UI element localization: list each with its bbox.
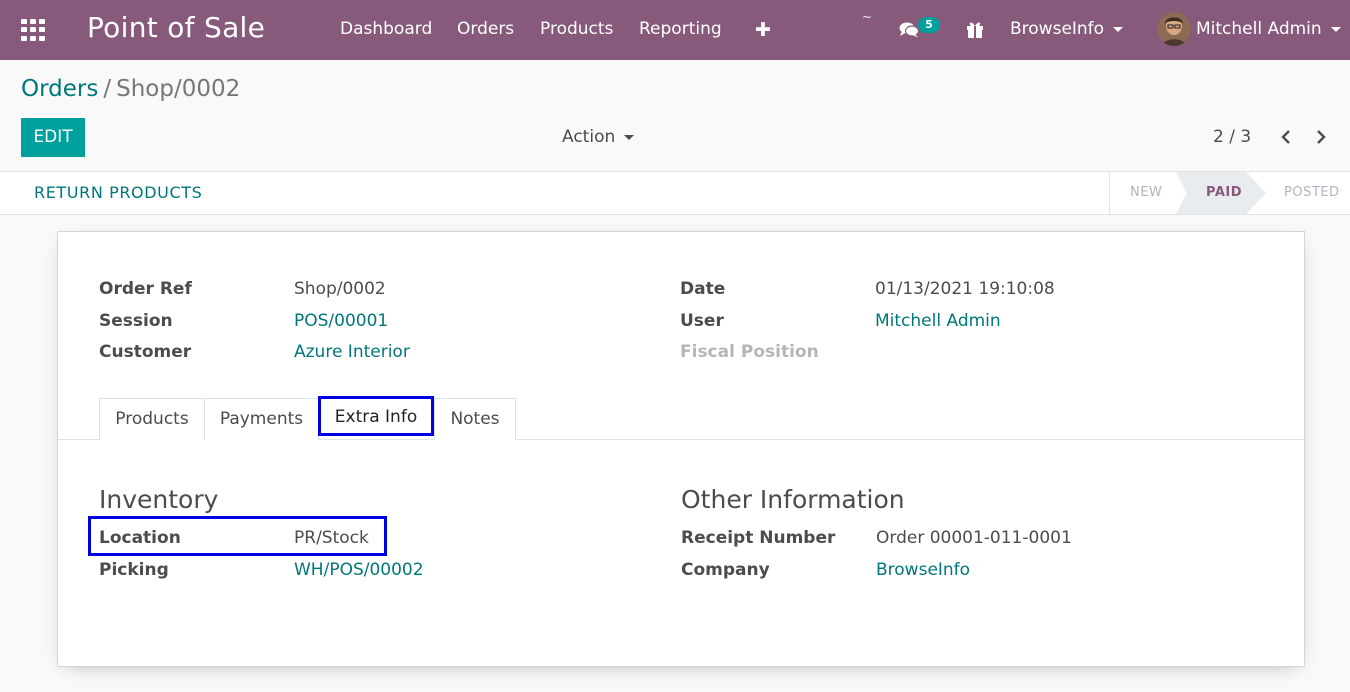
location-label: Location (99, 528, 181, 548)
receipt-number-value: Order 00001-011-0001 (876, 528, 1072, 548)
user-menu[interactable]: Mitchell Admin (1196, 19, 1341, 39)
customer-link[interactable]: Azure Interior (294, 342, 410, 362)
picking-label: Picking (99, 560, 169, 580)
chat-count-badge: 5 (918, 17, 940, 33)
tab-extra-info[interactable]: Extra Info (318, 396, 434, 436)
order-ref-value: Shop/0002 (294, 279, 386, 299)
edit-button[interactable]: EDIT (21, 118, 85, 157)
pager-value[interactable]: 2 / 3 (1213, 127, 1251, 147)
session-label: Session (99, 311, 173, 331)
menu-orders[interactable]: Orders (457, 19, 514, 39)
apps-menu-icon[interactable] (21, 19, 45, 41)
receipt-number-label: Receipt Number (681, 528, 836, 548)
stage-pipeline: NEW PAID POSTED (1109, 172, 1350, 214)
company-switcher[interactable]: BrowseInfo (1010, 19, 1124, 39)
user-name: Mitchell Admin (1196, 19, 1322, 39)
menu-products[interactable]: Products (540, 19, 613, 39)
menu-dashboard[interactable]: Dashboard (340, 19, 432, 39)
company-link[interactable]: BrowseInfo (876, 560, 970, 580)
stage-paid[interactable]: PAID (1206, 172, 1242, 214)
breadcrumb-separator: / (103, 76, 112, 102)
avatar[interactable] (1157, 12, 1191, 46)
stage-posted[interactable]: POSTED (1284, 172, 1340, 214)
chevron-left-icon[interactable] (1280, 129, 1292, 145)
app-title: Point of Sale (87, 11, 266, 44)
chevron-down-icon (1113, 26, 1124, 32)
stage-new[interactable]: NEW (1130, 172, 1162, 214)
status-bar: RETURN PRODUCTS NEW PAID POSTED (0, 171, 1350, 215)
breadcrumb-orders-link[interactable]: Orders (21, 76, 98, 102)
fiscal-position-label: Fiscal Position (680, 342, 819, 362)
return-products-button[interactable]: RETURN PRODUCTS (34, 183, 202, 202)
chevron-down-icon (1330, 26, 1341, 32)
date-value: 01/13/2021 19:10:08 (875, 279, 1055, 299)
tab-payments[interactable]: Payments (204, 398, 319, 440)
tab-products[interactable]: Products (99, 398, 205, 440)
customer-label: Customer (99, 342, 192, 362)
company-name: BrowseInfo (1010, 19, 1105, 39)
tab-notes[interactable]: Notes (434, 398, 516, 440)
form-sheet: Order Ref Shop/0002 Session POS/00001 Cu… (57, 231, 1305, 667)
top-navbar: Point of Sale Dashboard Orders Products … (0, 0, 1350, 60)
chevron-down-icon (624, 134, 635, 140)
company-label: Company (681, 560, 770, 580)
chat-icon[interactable] (899, 22, 919, 38)
breadcrumb: Orders / Shop/0002 (21, 76, 240, 102)
tilde-mark: ~ (862, 10, 873, 24)
chevron-right-icon[interactable] (1315, 129, 1327, 145)
action-dropdown[interactable]: Action (562, 127, 635, 147)
user-link[interactable]: Mitchell Admin (875, 311, 1001, 331)
user-label: User (680, 311, 724, 331)
date-label: Date (680, 279, 726, 299)
location-value: PR/Stock (294, 528, 369, 548)
breadcrumb-current: Shop/0002 (116, 76, 241, 102)
action-label: Action (562, 127, 616, 147)
plus-icon[interactable]: ✚ (755, 19, 771, 41)
session-link[interactable]: POS/00001 (294, 311, 388, 331)
other-info-section-title: Other Information (681, 485, 905, 514)
picking-link[interactable]: WH/POS/00002 (294, 560, 424, 580)
menu-reporting[interactable]: Reporting (639, 19, 722, 39)
gift-icon[interactable] (965, 19, 985, 39)
inventory-section-title: Inventory (99, 485, 219, 514)
order-ref-label: Order Ref (99, 279, 192, 299)
